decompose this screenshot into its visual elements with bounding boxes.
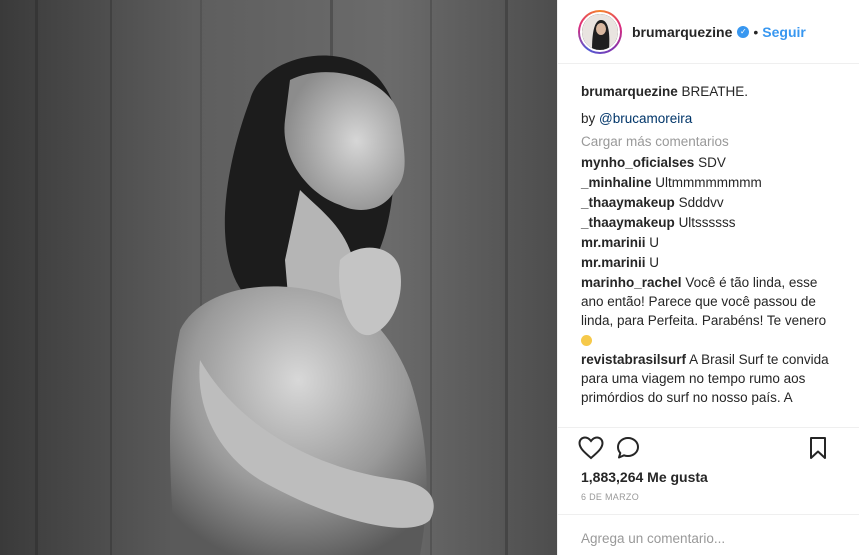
photographer-mention-link[interactable]: @brucamoreira [599, 111, 692, 126]
comment-text: U [649, 235, 660, 250]
likes-count[interactable]: 1,883,264 Me gusta [581, 469, 708, 485]
comments-list[interactable]: brumarquezine BREATHE. by @brucamoreira … [558, 64, 859, 427]
comment-item: mr.marinii U [581, 233, 839, 252]
add-comment-input[interactable] [581, 531, 841, 546]
speech-bubble-icon[interactable] [616, 436, 640, 465]
separator-dot: • [753, 23, 759, 40]
comment-item: _minhaline Ultmmmmmmmm [581, 173, 839, 192]
comment-username[interactable]: _thaaymakeup [581, 215, 675, 230]
comment-item: mr.marinii U [581, 253, 839, 272]
load-more-comments-link[interactable]: Cargar más comentarios [581, 134, 839, 149]
action-bar [558, 427, 859, 468]
bookmark-icon[interactable] [809, 436, 827, 465]
comment-item: mynho_oficialses SDV [581, 153, 839, 172]
instagram-post: brumarquezine ✓ • Seguir brumarquezine B… [0, 0, 859, 555]
comment-username[interactable]: _thaaymakeup [581, 195, 675, 210]
photo-credit-prefix: by [581, 111, 596, 126]
comment-text: Ultmmmmmmmm [655, 175, 762, 190]
comment-item: _thaaymakeup Ultssssss [581, 213, 839, 232]
post-date[interactable]: 6 DE MARZO [581, 492, 639, 502]
add-comment-section [558, 514, 859, 556]
avatar[interactable] [580, 11, 620, 52]
comment-text: Ultssssss [678, 215, 736, 230]
avatar-ring[interactable] [578, 9, 622, 54]
caption-username[interactable]: brumarquezine [581, 84, 678, 99]
comment-item: revistabrasilsurf A Brasil Surf te convi… [581, 350, 839, 407]
follow-button[interactable]: Seguir [762, 24, 806, 40]
post-caption: brumarquezine BREATHE. [581, 82, 839, 101]
comment-text: Sdddvv [678, 195, 724, 210]
post-image [0, 0, 557, 555]
post-sidebar: brumarquezine ✓ • Seguir brumarquezine B… [557, 0, 859, 555]
comment-item: marinho_rachel Você é tão linda, esse an… [581, 273, 839, 349]
post-header: brumarquezine ✓ • Seguir [558, 0, 859, 64]
comment-username[interactable]: mr.marinii [581, 235, 646, 250]
comment-username[interactable]: _minhaline [581, 175, 652, 190]
smiling-face-emoji-icon [581, 334, 592, 346]
comment-username[interactable]: marinho_rachel [581, 275, 682, 290]
heart-outline-icon[interactable] [578, 436, 604, 465]
header-username[interactable]: brumarquezine [632, 24, 732, 40]
caption-text: BREATHE. [681, 84, 749, 99]
verified-badge-icon: ✓ [737, 25, 750, 38]
post-photo[interactable] [0, 0, 557, 555]
comment-text: U [649, 255, 660, 270]
comment-username[interactable]: mynho_oficialses [581, 155, 694, 170]
photo-credit: by @brucamoreira [581, 111, 839, 126]
avatar-image [582, 13, 618, 50]
comment-username[interactable]: mr.marinii [581, 255, 646, 270]
comment-username[interactable]: revistabrasilsurf [581, 352, 686, 367]
comment-item: _thaaymakeup Sdddvv [581, 193, 839, 212]
comment-text: SDV [698, 155, 726, 170]
